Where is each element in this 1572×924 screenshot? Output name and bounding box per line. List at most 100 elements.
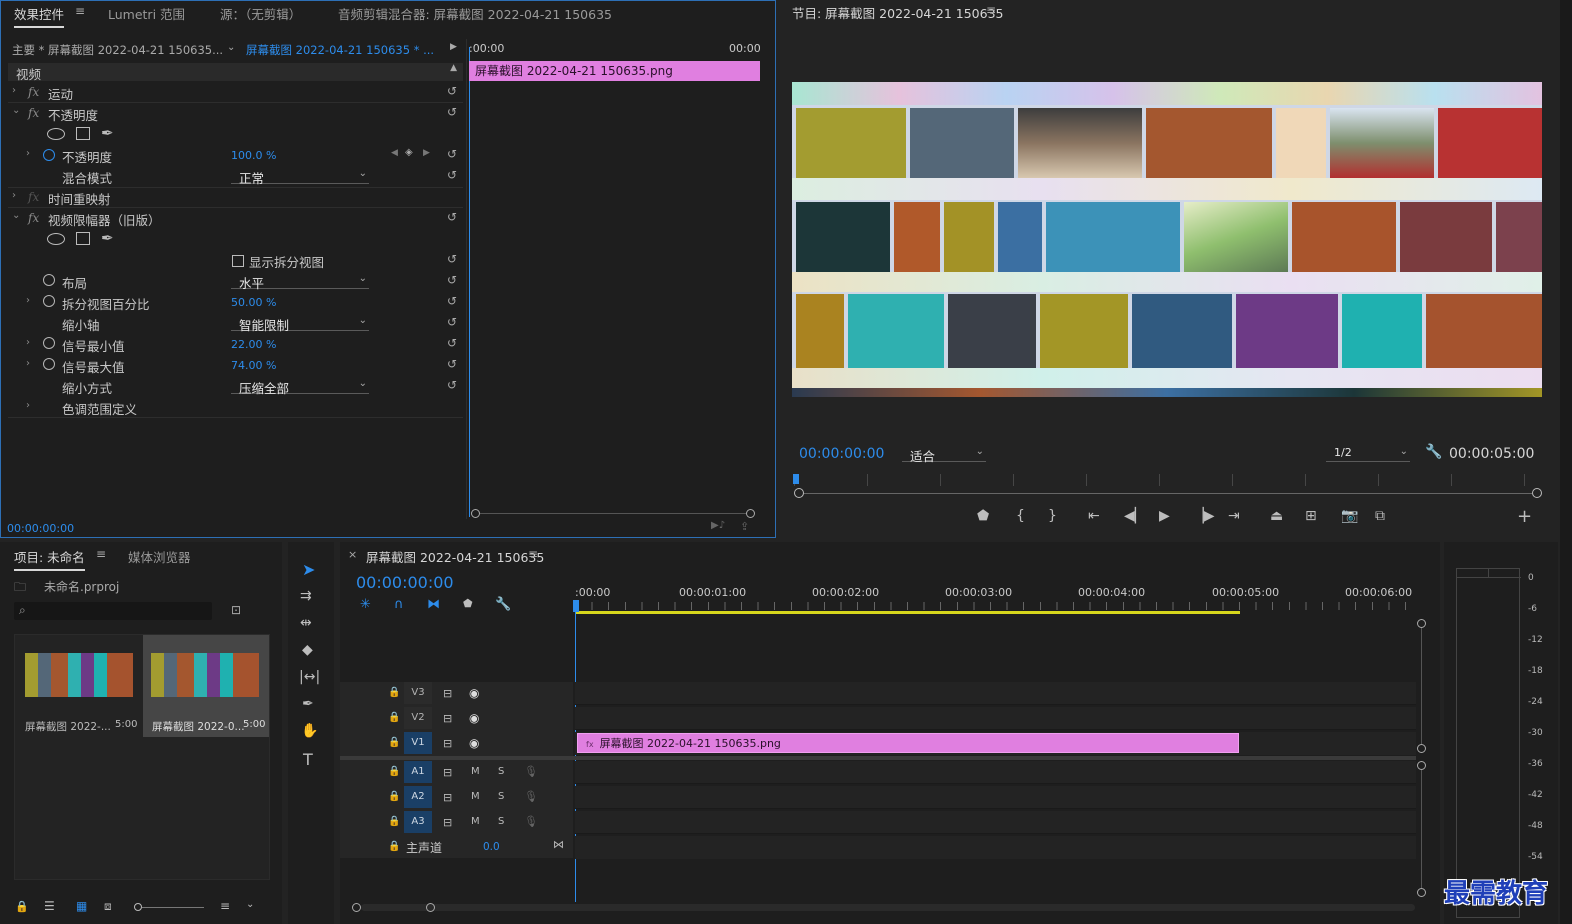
show-split-checkbox[interactable] [232, 255, 244, 267]
linked-selection-icon[interactable]: ⧓ [427, 597, 440, 612]
tab-source[interactable]: 源：（无剪辑） [220, 4, 301, 23]
work-area-bar[interactable] [575, 611, 1240, 614]
tab-lumetri-scopes[interactable]: Lumetri 范围 [108, 4, 185, 23]
mark-in-icon[interactable]: { [1016, 508, 1025, 524]
time-remap-expand-icon[interactable]: › [12, 190, 16, 201]
sync-lock-icon[interactable]: ⊟ [443, 737, 452, 750]
reset-icon[interactable]: ↺ [445, 210, 459, 224]
split-pct-value[interactable]: 50.00 % [231, 296, 276, 309]
track-lane-a1[interactable] [575, 761, 1416, 784]
panel-menu-icon[interactable]: ≡ [96, 547, 106, 561]
ec-timecode[interactable]: 00:00:00:00 [7, 522, 74, 535]
master-track-value[interactable]: 0.0 [483, 841, 500, 853]
scroll-handle-left[interactable] [471, 509, 480, 518]
slider-knob[interactable] [134, 903, 142, 911]
stopwatch-icon[interactable] [43, 337, 55, 349]
nest-icon[interactable]: ✳ [360, 597, 371, 612]
track-lane-a2[interactable] [575, 786, 1416, 809]
pen-mask-icon[interactable]: ✒ [101, 124, 114, 142]
ripple-edit-tool-icon[interactable]: ⇹ [300, 615, 312, 631]
zoom-slider[interactable] [134, 903, 204, 911]
pen-tool-icon[interactable]: ✒ [302, 696, 314, 712]
tab-effect-controls[interactable]: 效果控件 [14, 4, 65, 28]
mic-icon[interactable]: 🎙 [524, 790, 538, 803]
resolution-dropdown[interactable]: 1/2 ⌄ [1326, 446, 1410, 462]
solo-button[interactable]: S [498, 816, 504, 827]
reset-icon[interactable]: ↺ [445, 294, 459, 308]
mute-button[interactable]: M [471, 791, 480, 802]
fit-dropdown[interactable]: 适合 ⌄ [902, 446, 986, 464]
step-forward-icon[interactable]: ▕▶ [1193, 508, 1215, 524]
panel-menu-icon[interactable]: ≡ [75, 4, 85, 18]
program-zoom-bar[interactable] [794, 488, 1542, 500]
export-icon[interactable]: ⇪ [740, 520, 749, 533]
reset-icon[interactable]: ↺ [445, 357, 459, 371]
program-playhead[interactable] [793, 474, 799, 484]
track-divider[interactable] [340, 756, 1416, 760]
stopwatch-icon[interactable] [43, 274, 55, 286]
chevron-down-icon[interactable]: ⌄ [246, 899, 254, 910]
opacity-collapse-icon[interactable]: ⌄ [12, 105, 20, 116]
step-back-icon[interactable]: ◀▏ [1124, 508, 1146, 524]
reset-icon[interactable]: ↺ [445, 273, 459, 287]
project-item[interactable]: 屏幕截图 2022-... 5:00 [17, 637, 141, 737]
lift-icon[interactable]: ⏏ [1270, 508, 1283, 524]
track-lane-v2[interactable] [575, 707, 1416, 730]
h-scroll-thumb[interactable] [361, 904, 1415, 911]
eye-icon[interactable]: ◉ [469, 736, 479, 750]
add-marker-icon[interactable]: ⬟ [977, 508, 989, 524]
program-frame[interactable] [792, 82, 1542, 397]
lock-icon[interactable]: 🔒 [388, 841, 400, 852]
reset-icon[interactable]: ↺ [445, 105, 459, 119]
sync-lock-icon[interactable]: ⊟ [443, 816, 452, 829]
signal-max-expand-icon[interactable]: › [26, 358, 30, 369]
opacity-value[interactable]: 100.0 % [231, 149, 276, 162]
track-a3-toggle[interactable]: A3 [404, 811, 432, 833]
go-to-in-icon[interactable]: ⇤ [1088, 508, 1100, 524]
panel-menu-icon[interactable]: ≡ [528, 547, 538, 561]
reduce-method-dropdown[interactable]: 压缩全部 ⌄ [231, 378, 369, 396]
go-to-point-icon[interactable]: ⋈ [553, 838, 564, 851]
reset-icon[interactable]: ↺ [445, 252, 459, 266]
icon-view-icon[interactable]: ▦ [76, 899, 87, 913]
prev-keyframe-icon[interactable]: ◀ [391, 148, 398, 158]
eye-icon[interactable]: ◉ [469, 686, 479, 700]
reset-icon[interactable]: ↺ [445, 378, 459, 392]
stopwatch-icon[interactable] [43, 358, 55, 370]
opacity-expand-icon[interactable]: › [26, 148, 30, 159]
lock-icon[interactable]: 🔒 [388, 816, 400, 827]
v-scroll-handle[interactable] [1417, 619, 1426, 628]
lock-icon[interactable]: 🔒 [388, 687, 400, 698]
track-v1-toggle[interactable]: V1 [404, 732, 432, 754]
mute-button[interactable]: M [471, 766, 480, 777]
solo-button[interactable]: S [498, 791, 504, 802]
snap-magnet-icon[interactable]: ∩ [394, 597, 404, 612]
export-frame-icon[interactable]: 📷 [1341, 508, 1358, 524]
limiter-collapse-icon[interactable]: ⌄ [12, 210, 20, 221]
stopwatch-icon[interactable] [43, 149, 55, 161]
settings-wrench-icon[interactable]: 🔧 [495, 597, 511, 612]
v-scroll-handle[interactable] [1417, 761, 1426, 770]
pen-mask-icon[interactable]: ✒ [101, 229, 114, 247]
signal-min-value[interactable]: 22.00 % [231, 338, 276, 351]
ec-playhead[interactable] [469, 47, 470, 517]
list-view-icon[interactable]: ☰ [44, 899, 55, 913]
track-v3-toggle[interactable]: V3 [404, 682, 432, 704]
signal-max-value[interactable]: 74.00 % [231, 359, 276, 372]
mute-button[interactable]: M [471, 816, 480, 827]
eye-icon[interactable]: ◉ [469, 711, 479, 725]
ellipse-mask-icon[interactable] [47, 233, 65, 245]
timeline-timecode[interactable]: 00:00:00:00 [356, 573, 454, 592]
timeline-clip[interactable]: fx 屏幕截图 2022-04-21 150635.png [577, 733, 1239, 753]
lock-icon[interactable]: 🔒 [388, 737, 400, 748]
track-lane-a3[interactable] [575, 811, 1416, 834]
sync-lock-icon[interactable]: ⊟ [443, 687, 452, 700]
new-bin-icon[interactable]: ⊡ [231, 603, 241, 617]
layout-dropdown[interactable]: 水平 ⌄ [231, 273, 369, 291]
mic-icon[interactable]: 🎙 [524, 815, 538, 828]
stopwatch-icon[interactable] [43, 295, 55, 307]
v-scroll-handle[interactable] [1417, 888, 1426, 897]
clip-label[interactable]: 屏幕截图 2022-04-21 150635 * ... [246, 42, 434, 58]
sync-lock-icon[interactable]: ⊟ [443, 791, 452, 804]
reset-icon[interactable]: ↺ [445, 84, 459, 98]
